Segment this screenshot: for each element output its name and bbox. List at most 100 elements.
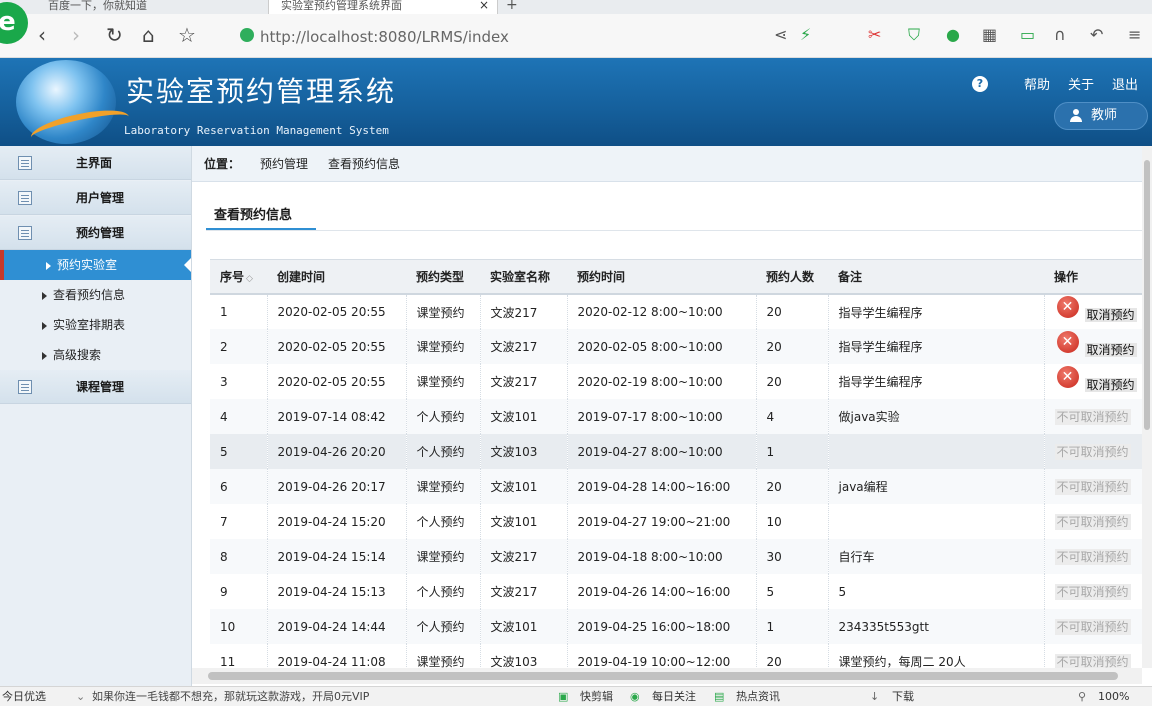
cell-id: 6: [210, 469, 268, 504]
battery-icon[interactable]: ▭: [1020, 26, 1035, 44]
user-role-button[interactable]: 教师: [1054, 102, 1148, 130]
help-link[interactable]: 帮助: [1024, 74, 1050, 93]
zoom-icon: ⚲: [1078, 690, 1087, 703]
menu-group-home[interactable]: 主界面: [0, 146, 191, 180]
status-daily-focus[interactable]: 每日关注: [652, 687, 696, 706]
status-download[interactable]: 下载: [892, 687, 914, 706]
scissors-icon[interactable]: ✂: [868, 26, 881, 44]
back-icon[interactable]: ‹: [38, 24, 46, 46]
user-icon: [1069, 109, 1083, 123]
list-icon: [18, 380, 32, 394]
logout-link[interactable]: 退出: [1112, 74, 1138, 93]
vertical-scrollbar[interactable]: [1142, 146, 1152, 668]
sidebar-item-view-reservations[interactable]: 查看预约信息: [0, 280, 191, 310]
chat-icon[interactable]: ●: [946, 26, 960, 44]
sidebar-item-advanced-search[interactable]: 高级搜索: [0, 340, 191, 370]
cancel-button-label: 取消预约: [1084, 342, 1137, 357]
system-title: 实验室预约管理系统: [126, 75, 397, 108]
about-link[interactable]: 关于: [1068, 74, 1094, 93]
cell-time: 2019-04-18 8:00~10:00: [567, 539, 757, 574]
table-row: 8 2019-04-24 15:14 课堂预约 文波217 2019-04-18 8:0…: [210, 539, 1142, 574]
cancel-reservation-button[interactable]: ✕ 取消预约: [1055, 296, 1137, 324]
app-header: 实验室预约管理系统 Laboratory Reservation Managem…: [0, 58, 1152, 146]
menu-group-reservation[interactable]: 预约管理: [0, 216, 191, 250]
column-header-time: 预约时间: [567, 260, 756, 295]
breadcrumb-item[interactable]: 查看预约信息: [328, 146, 400, 182]
cancel-x-icon: ✕: [1056, 296, 1079, 318]
cell-time: 2019-04-28 14:00~16:00: [567, 469, 757, 504]
cancel-reservation-button[interactable]: ✕ 取消预约: [1055, 365, 1137, 394]
new-tab-button[interactable]: +: [506, 0, 522, 14]
cell-created: 2019-04-24 11:08: [267, 644, 407, 668]
tab-title: 百度一下，你就知道: [48, 0, 147, 12]
cell-note: 课堂预约，每周二 20人: [828, 644, 1045, 668]
list-icon: [18, 191, 32, 205]
apps-grid-icon[interactable]: ▦: [982, 26, 997, 44]
cell-action: 不可取消预约: [1044, 539, 1142, 574]
forward-icon[interactable]: ›: [72, 24, 80, 46]
chevron-down-icon[interactable]: ⌄: [76, 687, 85, 706]
tab-lrms[interactable]: 实验室预约管理系统界面 ×: [268, 0, 498, 14]
cell-action: 不可取消预约: [1044, 609, 1142, 644]
browser-status-bar: 今日优选 ⌄ 如果你连一毛钱都不想充，那就玩这款游戏，开局0元VIP ▣ 快剪辑…: [0, 686, 1152, 706]
cell-created: 2020-02-05 20:55: [267, 329, 407, 364]
horizontal-scrollbar[interactable]: [192, 668, 1142, 684]
shield-icon[interactable]: ⛉: [908, 26, 920, 44]
arrow-right-icon: [42, 352, 47, 360]
arrow-right-icon: [46, 262, 51, 270]
menu-group-label: 主界面: [76, 156, 113, 170]
help-question-icon[interactable]: ?: [972, 76, 988, 92]
cannot-cancel-label: 不可取消预约: [1054, 478, 1131, 495]
reload-icon[interactable]: ↻: [106, 24, 123, 46]
table-body: 1 2020-02-05 20:55 课堂预约 文波217 2020-02-12 8:0…: [210, 294, 1142, 668]
cancel-button-label: 取消预约: [1084, 308, 1137, 322]
scroll-thumb[interactable]: [208, 672, 1118, 680]
column-header-id[interactable]: 序号 ◇: [210, 260, 267, 295]
cell-lab: 文波103: [480, 434, 568, 469]
sidebar-item-reserve-lab[interactable]: 预约实验室: [0, 250, 191, 280]
status-today-picks[interactable]: 今日优选: [2, 687, 46, 706]
tab-close-icon[interactable]: ×: [479, 0, 489, 11]
status-hot-news[interactable]: 热点资讯: [736, 687, 780, 706]
status-ticker[interactable]: 如果你连一毛钱都不想充，那就玩这款游戏，开局0元VIP: [92, 687, 369, 706]
menu-icon[interactable]: ≡: [1128, 26, 1141, 44]
cell-id: 2: [210, 329, 268, 364]
sidebar-item-lab-schedule[interactable]: 实验室排期表: [0, 310, 191, 340]
sidebar-item-label: 高级搜索: [53, 348, 102, 362]
cancel-reservation-button[interactable]: ✕ 取消预约: [1055, 330, 1137, 359]
cell-action: 不可取消预约: [1044, 574, 1142, 609]
lightning-icon[interactable]: ⚡: [800, 26, 811, 44]
home-icon[interactable]: ⌂: [142, 24, 155, 46]
menu-group-courses[interactable]: 课程管理: [0, 370, 191, 404]
headphones-icon[interactable]: ∩: [1054, 26, 1066, 44]
status-zoom[interactable]: 100%: [1098, 687, 1129, 706]
cell-count: 1: [756, 609, 829, 644]
cell-note: 指导学生编程序: [828, 364, 1045, 399]
cell-id: 5: [210, 434, 268, 469]
cell-type: 个人预约: [406, 574, 481, 609]
tab-baidu[interactable]: 百度一下，你就知道: [48, 0, 258, 14]
table-row: 5 2019-04-26 20:20 个人预约 文波103 2019-04-27 8:0…: [210, 434, 1142, 469]
column-header-type: 预约类型: [406, 260, 480, 295]
share-icon[interactable]: ⋖: [774, 26, 787, 44]
address-bar[interactable]: http://localhost:8080/LRMS/index: [232, 22, 752, 50]
cell-type: 课堂预约: [406, 329, 481, 364]
favorite-star-icon[interactable]: ☆: [178, 24, 196, 46]
status-quick-edit[interactable]: 快剪辑: [580, 687, 613, 706]
tab-bar: 百度一下，你就知道 实验室预约管理系统界面 × +: [0, 0, 1152, 14]
sort-icon[interactable]: ◇: [246, 274, 253, 284]
download-icon: ↓: [870, 690, 880, 703]
cell-type: 课堂预约: [406, 469, 481, 504]
menu-group-users[interactable]: 用户管理: [0, 181, 191, 215]
undo-icon[interactable]: ↶: [1090, 26, 1103, 44]
breadcrumb-item[interactable]: 预约管理: [260, 146, 308, 182]
cell-time: 2020-02-05 8:00~10:00: [567, 329, 757, 364]
cell-id: 7: [210, 504, 268, 539]
cancel-x-icon: ✕: [1056, 365, 1079, 388]
cell-created: 2019-04-24 15:14: [267, 539, 407, 574]
table-row: 9 2019-04-24 15:13 个人预约 文波217 2019-04-26 14:…: [210, 574, 1142, 609]
scroll-thumb[interactable]: [1144, 160, 1150, 430]
cell-note: 指导学生编程序: [828, 294, 1045, 329]
cannot-cancel-label: 不可取消预约: [1054, 548, 1131, 565]
cell-created: 2019-04-24 15:20: [267, 504, 407, 539]
